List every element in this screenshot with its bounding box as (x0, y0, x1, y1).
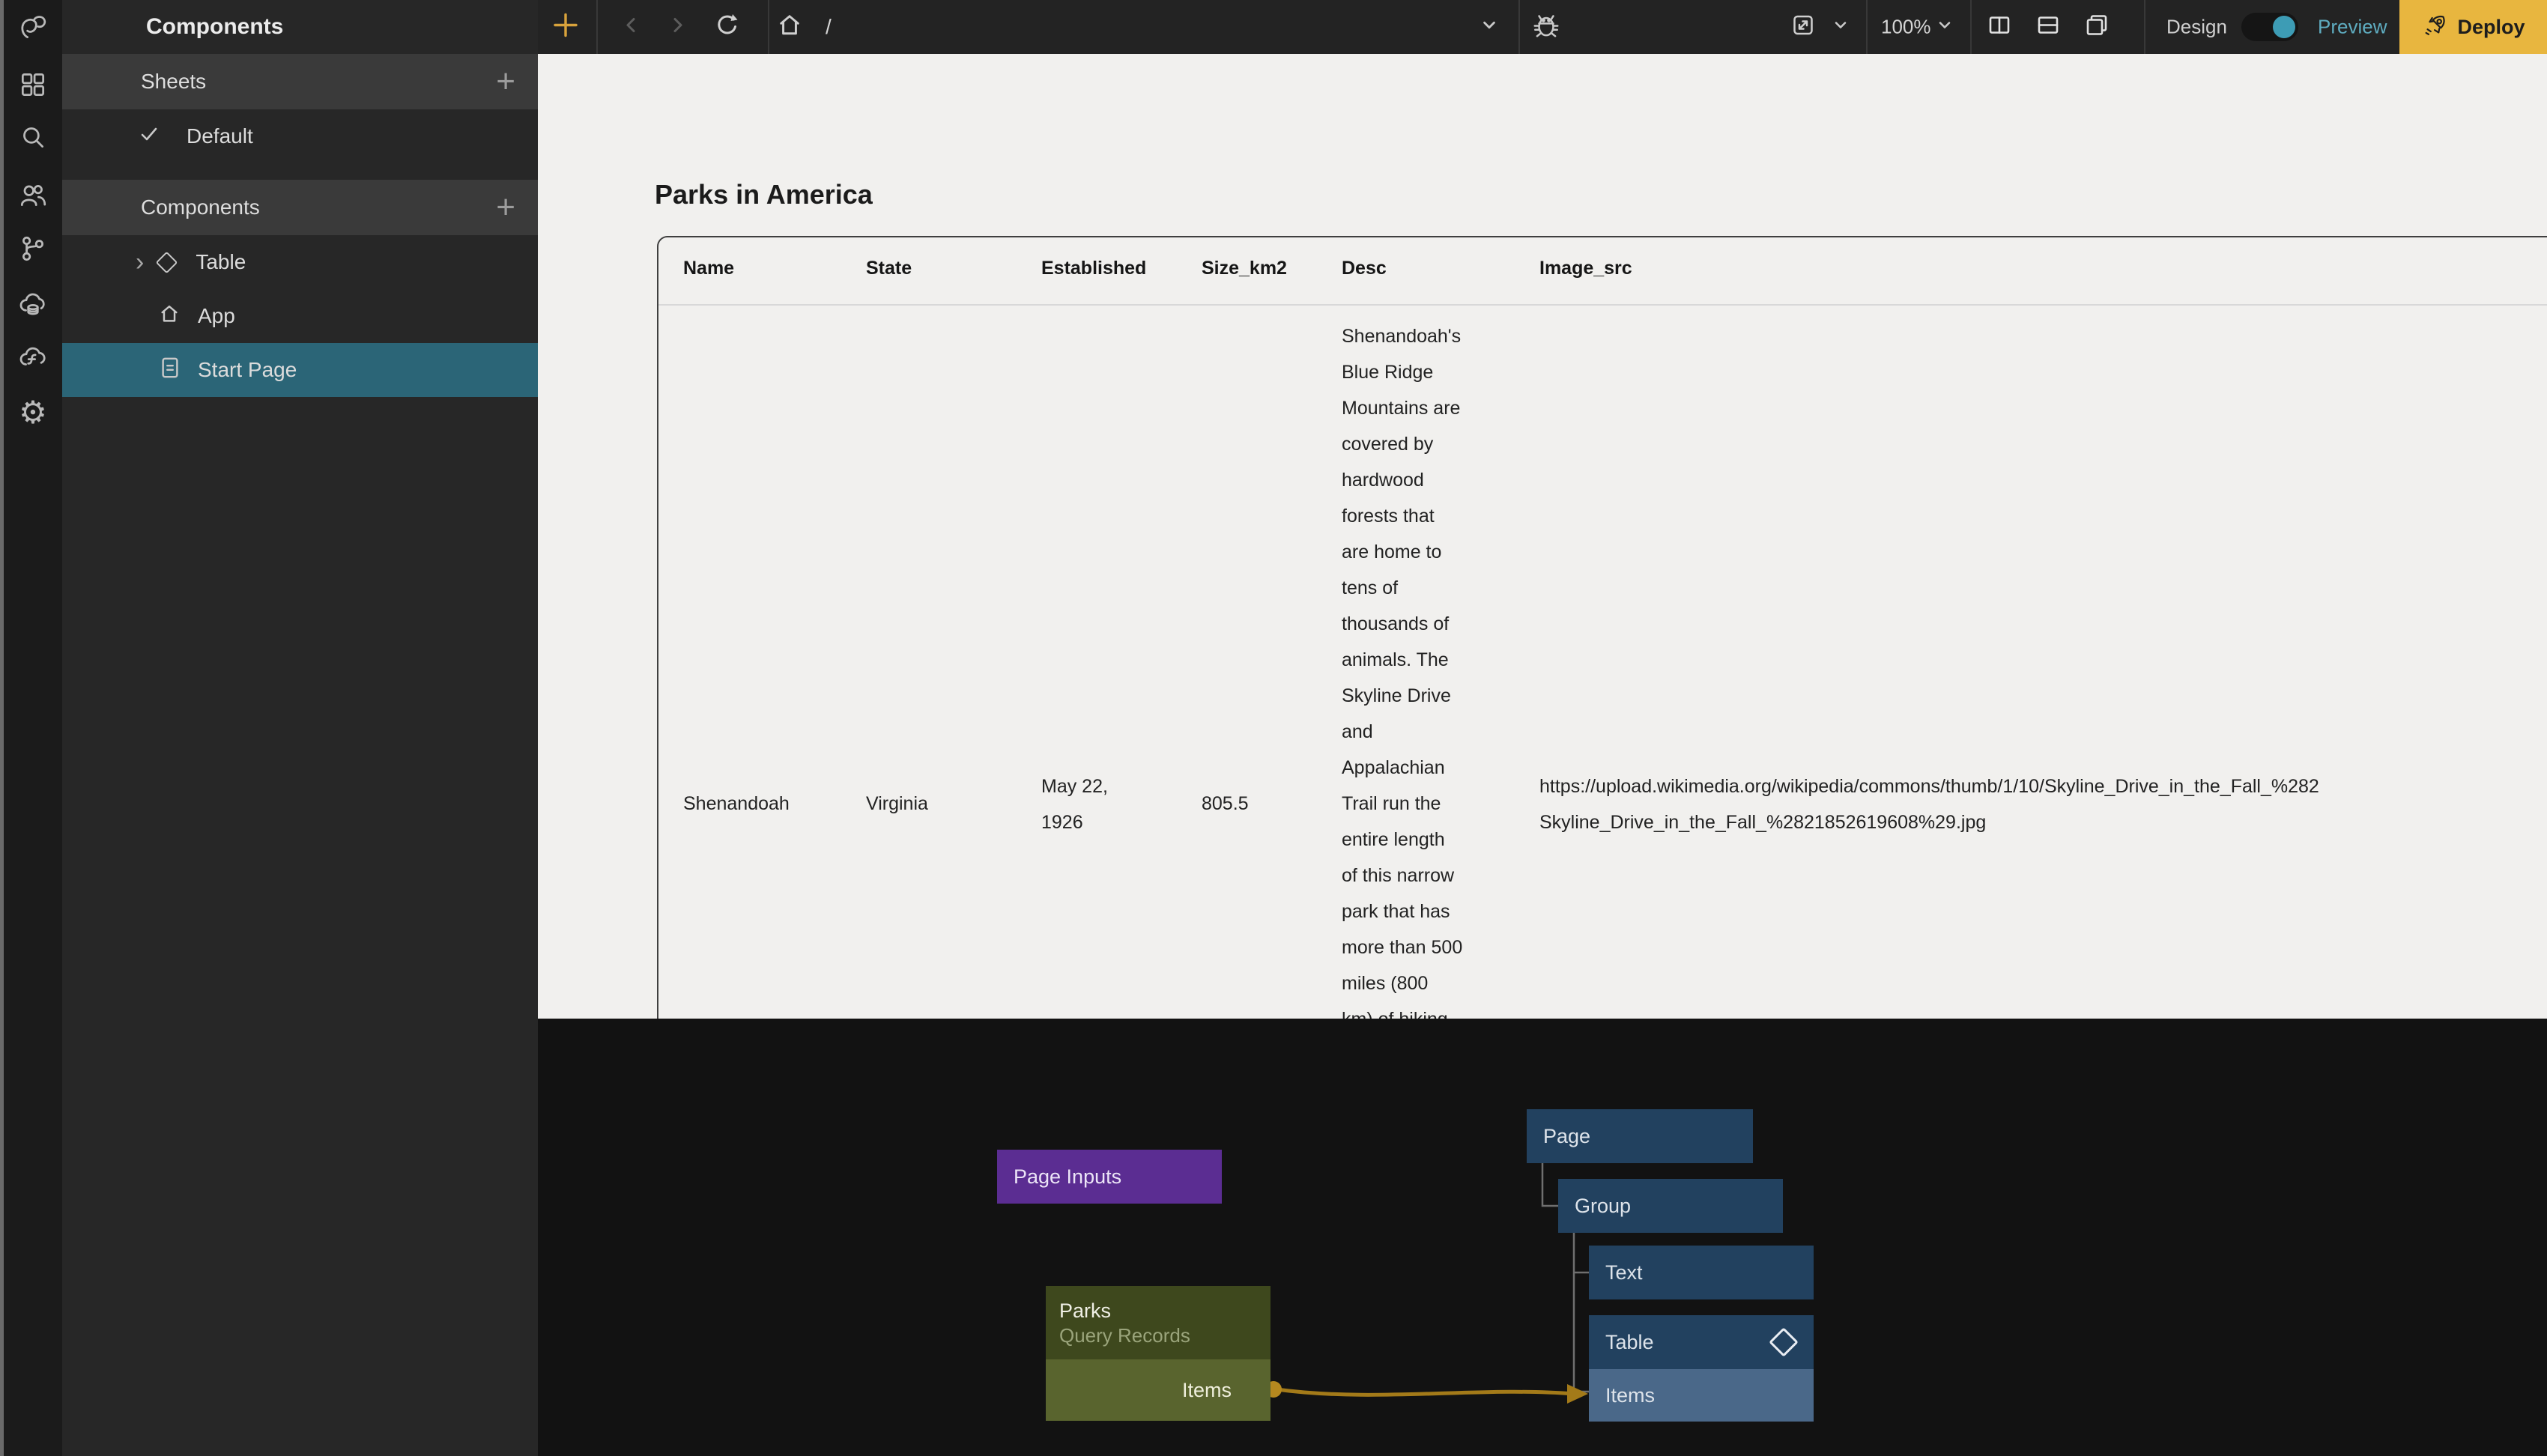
users-icon[interactable] (17, 180, 49, 211)
items-binding-edge (1276, 1389, 1573, 1395)
add-component-icon[interactable]: + (496, 191, 515, 224)
add-page-icon[interactable] (551, 10, 581, 44)
forward-chevron-icon[interactable] (665, 13, 689, 41)
cell-desc: Shenandoah'sBlue RidgeMountains arecover… (1342, 318, 1462, 1019)
column-header-established[interactable]: Established (1041, 250, 1146, 286)
sheets-section-header[interactable]: Sheets + (62, 54, 538, 109)
preview-mode-label[interactable]: Preview (2318, 16, 2387, 39)
column-header-size[interactable]: Size_km2 (1202, 250, 1287, 286)
home-icon[interactable] (776, 12, 803, 43)
rocket-icon (2421, 10, 2450, 44)
deploy-button-label: Deploy (2457, 16, 2525, 39)
sidebar-item-app[interactable]: App (62, 289, 538, 343)
toolbar-divider (2144, 0, 2145, 54)
query-node-subtitle: Query Records (1059, 1323, 1271, 1348)
cloud-data-icon[interactable] (17, 289, 49, 321)
edge-arrowhead-icon (1567, 1384, 1588, 1404)
sheets-section-label: Sheets (141, 70, 206, 94)
graph-connectors (538, 1019, 2547, 1456)
data-flow-panel: Page Inputs Page Group Text Table Items … (538, 1019, 2547, 1456)
page-path[interactable]: / (826, 15, 832, 39)
sidebar-item-start-page[interactable]: Start Page (62, 343, 538, 397)
query-node-output-row[interactable]: Items (1046, 1359, 1271, 1421)
file-icon (160, 357, 181, 384)
query-node-title: Parks (1059, 1298, 1271, 1323)
cell-image-src: https://upload.wikimedia.org/wikipedia/c… (1539, 768, 2319, 840)
sidebar-item-table[interactable]: › Table (62, 235, 538, 289)
component-item-label: App (198, 304, 235, 328)
toolbar-divider (1518, 0, 1520, 54)
app-window: ⚙ Components Sheets + Default Components… (0, 0, 2547, 1456)
node-label: Page Inputs (1014, 1165, 1121, 1189)
chevron-down-icon[interactable] (1478, 14, 1500, 40)
node-group[interactable]: Group (1558, 1179, 1783, 1233)
settings-gear-icon[interactable]: ⚙ (17, 397, 49, 428)
components-section-label: Components (141, 195, 260, 219)
split-columns-icon[interactable] (1984, 10, 2014, 44)
zoom-level[interactable]: 100% (1881, 16, 1931, 39)
node-page[interactable]: Page (1527, 1109, 1753, 1163)
refresh-icon[interactable] (712, 10, 742, 44)
components-section-header[interactable]: Components + (62, 180, 538, 235)
node-page-inputs[interactable]: Page Inputs (997, 1150, 1222, 1204)
toggle-knob (2273, 16, 2295, 38)
cell-state: Virginia (866, 786, 928, 822)
icon-rail: ⚙ (4, 0, 62, 1456)
data-table[interactable] (657, 236, 2547, 1019)
column-header-state[interactable]: State (866, 250, 912, 286)
node-label: Items (1605, 1384, 1655, 1407)
component-item-label: Start Page (198, 358, 297, 382)
grid-icon[interactable] (17, 69, 49, 100)
node-label: Table (1605, 1331, 1654, 1354)
chevron-down-icon[interactable] (1934, 15, 1955, 40)
cell-size-km2: 805.5 (1202, 786, 1249, 822)
node-label: Page (1543, 1125, 1590, 1148)
app-preview-canvas: Parks in America Name State Established … (538, 54, 2547, 1019)
column-header-name[interactable]: Name (683, 250, 734, 286)
git-branch-icon[interactable] (17, 233, 49, 264)
diamond-icon (1769, 1327, 1799, 1357)
components-sidebar: Components Sheets + Default Components +… (62, 0, 538, 1456)
node-parks-query[interactable]: Parks Query Records Items (1046, 1286, 1271, 1421)
check-icon (139, 124, 160, 150)
sidebar-item-default-sheet[interactable]: Default (62, 109, 538, 163)
search-icon[interactable] (17, 121, 49, 153)
output-port-label: Items (1182, 1379, 1232, 1402)
deploy-button[interactable]: Deploy (2399, 0, 2547, 54)
toolbar-divider (1970, 0, 1972, 54)
toolbar-divider (1866, 0, 1868, 54)
chevron-down-icon[interactable] (1830, 15, 1851, 40)
top-toolbar: / 100% (538, 0, 2547, 54)
node-table-items-input[interactable]: Items (1589, 1369, 1814, 1422)
table-header-separator (658, 304, 2547, 306)
sheet-item-label: Default (187, 124, 253, 148)
cell-established: May 22,1926 (1041, 768, 1108, 840)
component-item-label: Table (196, 250, 246, 274)
overlap-windows-icon[interactable] (2082, 10, 2112, 44)
node-label: Group (1575, 1195, 1631, 1218)
cell-name: Shenandoah (683, 786, 790, 822)
design-mode-label[interactable]: Design (2166, 16, 2227, 39)
split-rows-icon[interactable] (2033, 10, 2063, 44)
expand-viewport-icon[interactable] (1788, 10, 1818, 44)
column-header-desc[interactable]: Desc (1342, 250, 1387, 286)
app-logo-icon[interactable] (17, 12, 49, 43)
page-title: Parks in America (655, 178, 873, 211)
query-node-header: Parks Query Records (1046, 1286, 1271, 1359)
cloud-functions-icon[interactable] (17, 342, 49, 373)
node-label: Text (1605, 1261, 1643, 1284)
design-preview-toggle[interactable] (2241, 13, 2298, 41)
column-header-image-src[interactable]: Image_src (1539, 250, 1632, 286)
toolbar-divider (596, 0, 598, 54)
diamond-icon (156, 251, 178, 273)
toolbar-divider (768, 0, 769, 54)
node-text[interactable]: Text (1589, 1246, 1814, 1299)
node-table[interactable]: Table (1589, 1315, 1814, 1369)
chevron-right-icon[interactable]: › (136, 251, 144, 273)
bug-debug-icon[interactable] (1530, 10, 1562, 45)
sidebar-title: Components (62, 0, 538, 54)
home-icon (158, 303, 181, 330)
add-sheet-icon[interactable]: + (496, 65, 515, 98)
back-chevron-icon[interactable] (620, 13, 643, 41)
